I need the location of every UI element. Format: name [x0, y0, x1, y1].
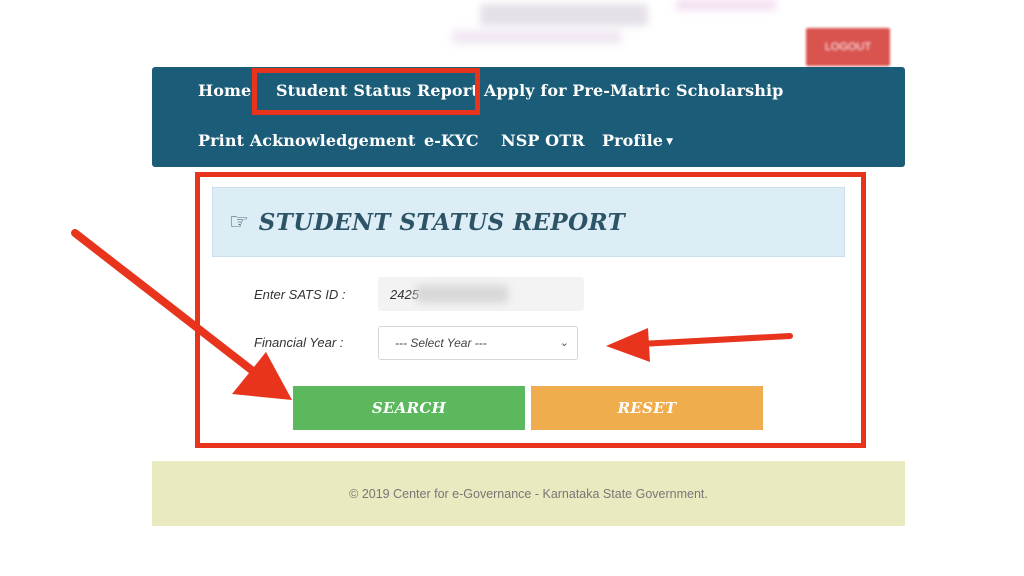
nav-item-nsp-otr[interactable]: NSP OTR — [501, 131, 585, 150]
caret-down-icon: ▼ — [666, 136, 674, 147]
nav-item-profile[interactable]: Profile ▼ — [602, 131, 673, 150]
annotation-box-form — [195, 172, 866, 448]
nav-item-home[interactable]: Home — [198, 81, 251, 100]
nav-item-apply-pre-matric[interactable]: Apply for Pre-Matric Scholarship — [484, 81, 783, 100]
nav-item-ekyc[interactable]: e-KYC — [424, 131, 479, 150]
nav-item-print-acknowledgement[interactable]: Print Acknowledgement — [198, 131, 416, 150]
footer-copyright: © 2019 Center for e-Governance - Karnata… — [349, 486, 708, 501]
blurred-header-subtext — [452, 30, 622, 44]
nav-item-profile-label: Profile — [602, 131, 664, 150]
logout-button[interactable]: LOGOUT — [806, 28, 890, 66]
blurred-header-link — [676, 0, 776, 10]
footer: © 2019 Center for e-Governance - Karnata… — [152, 461, 905, 526]
blurred-header-text — [480, 4, 648, 26]
annotation-box-nav — [252, 68, 480, 115]
